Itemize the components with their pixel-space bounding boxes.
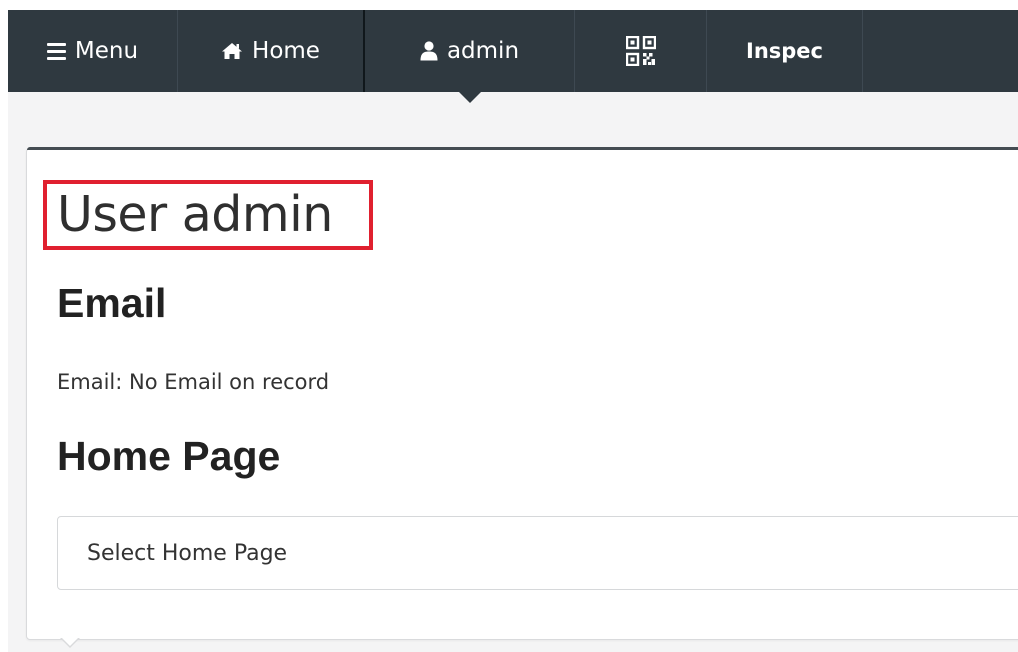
home-icon <box>222 43 243 59</box>
nav-menu-button[interactable]: Menu <box>8 10 178 92</box>
nav-user-admin[interactable]: admin <box>365 10 575 103</box>
email-value: Email: No Email on record <box>57 370 330 394</box>
nav-user-label: admin <box>446 38 520 64</box>
user-icon <box>420 41 438 61</box>
email-heading: Email <box>57 280 167 326</box>
home-page-select-value: Select Home Page <box>87 540 288 566</box>
user-card: User admin Email Email: No Email on reco… <box>26 147 1018 648</box>
nav-home-label: Home <box>252 38 320 64</box>
left-strip <box>0 0 8 652</box>
nav-brand-label: Inspec <box>746 39 823 63</box>
nav-menu-label: Menu <box>74 38 139 64</box>
card-caret <box>60 637 80 648</box>
menu-icon <box>46 42 66 60</box>
qr-code-icon <box>625 36 656 66</box>
nav-home-link[interactable]: Home <box>178 10 365 92</box>
home-page-select[interactable]: Select Home Page <box>57 516 1018 590</box>
home-page-heading: Home Page <box>57 433 281 479</box>
nav-brand[interactable]: Inspec <box>707 10 863 92</box>
top-edge <box>0 0 1018 10</box>
active-tab-caret <box>458 92 481 103</box>
page-title: User admin <box>57 186 333 243</box>
top-navbar: Menu Home admin Inspec <box>8 10 1018 103</box>
nav-qr-code-button[interactable] <box>575 10 707 92</box>
